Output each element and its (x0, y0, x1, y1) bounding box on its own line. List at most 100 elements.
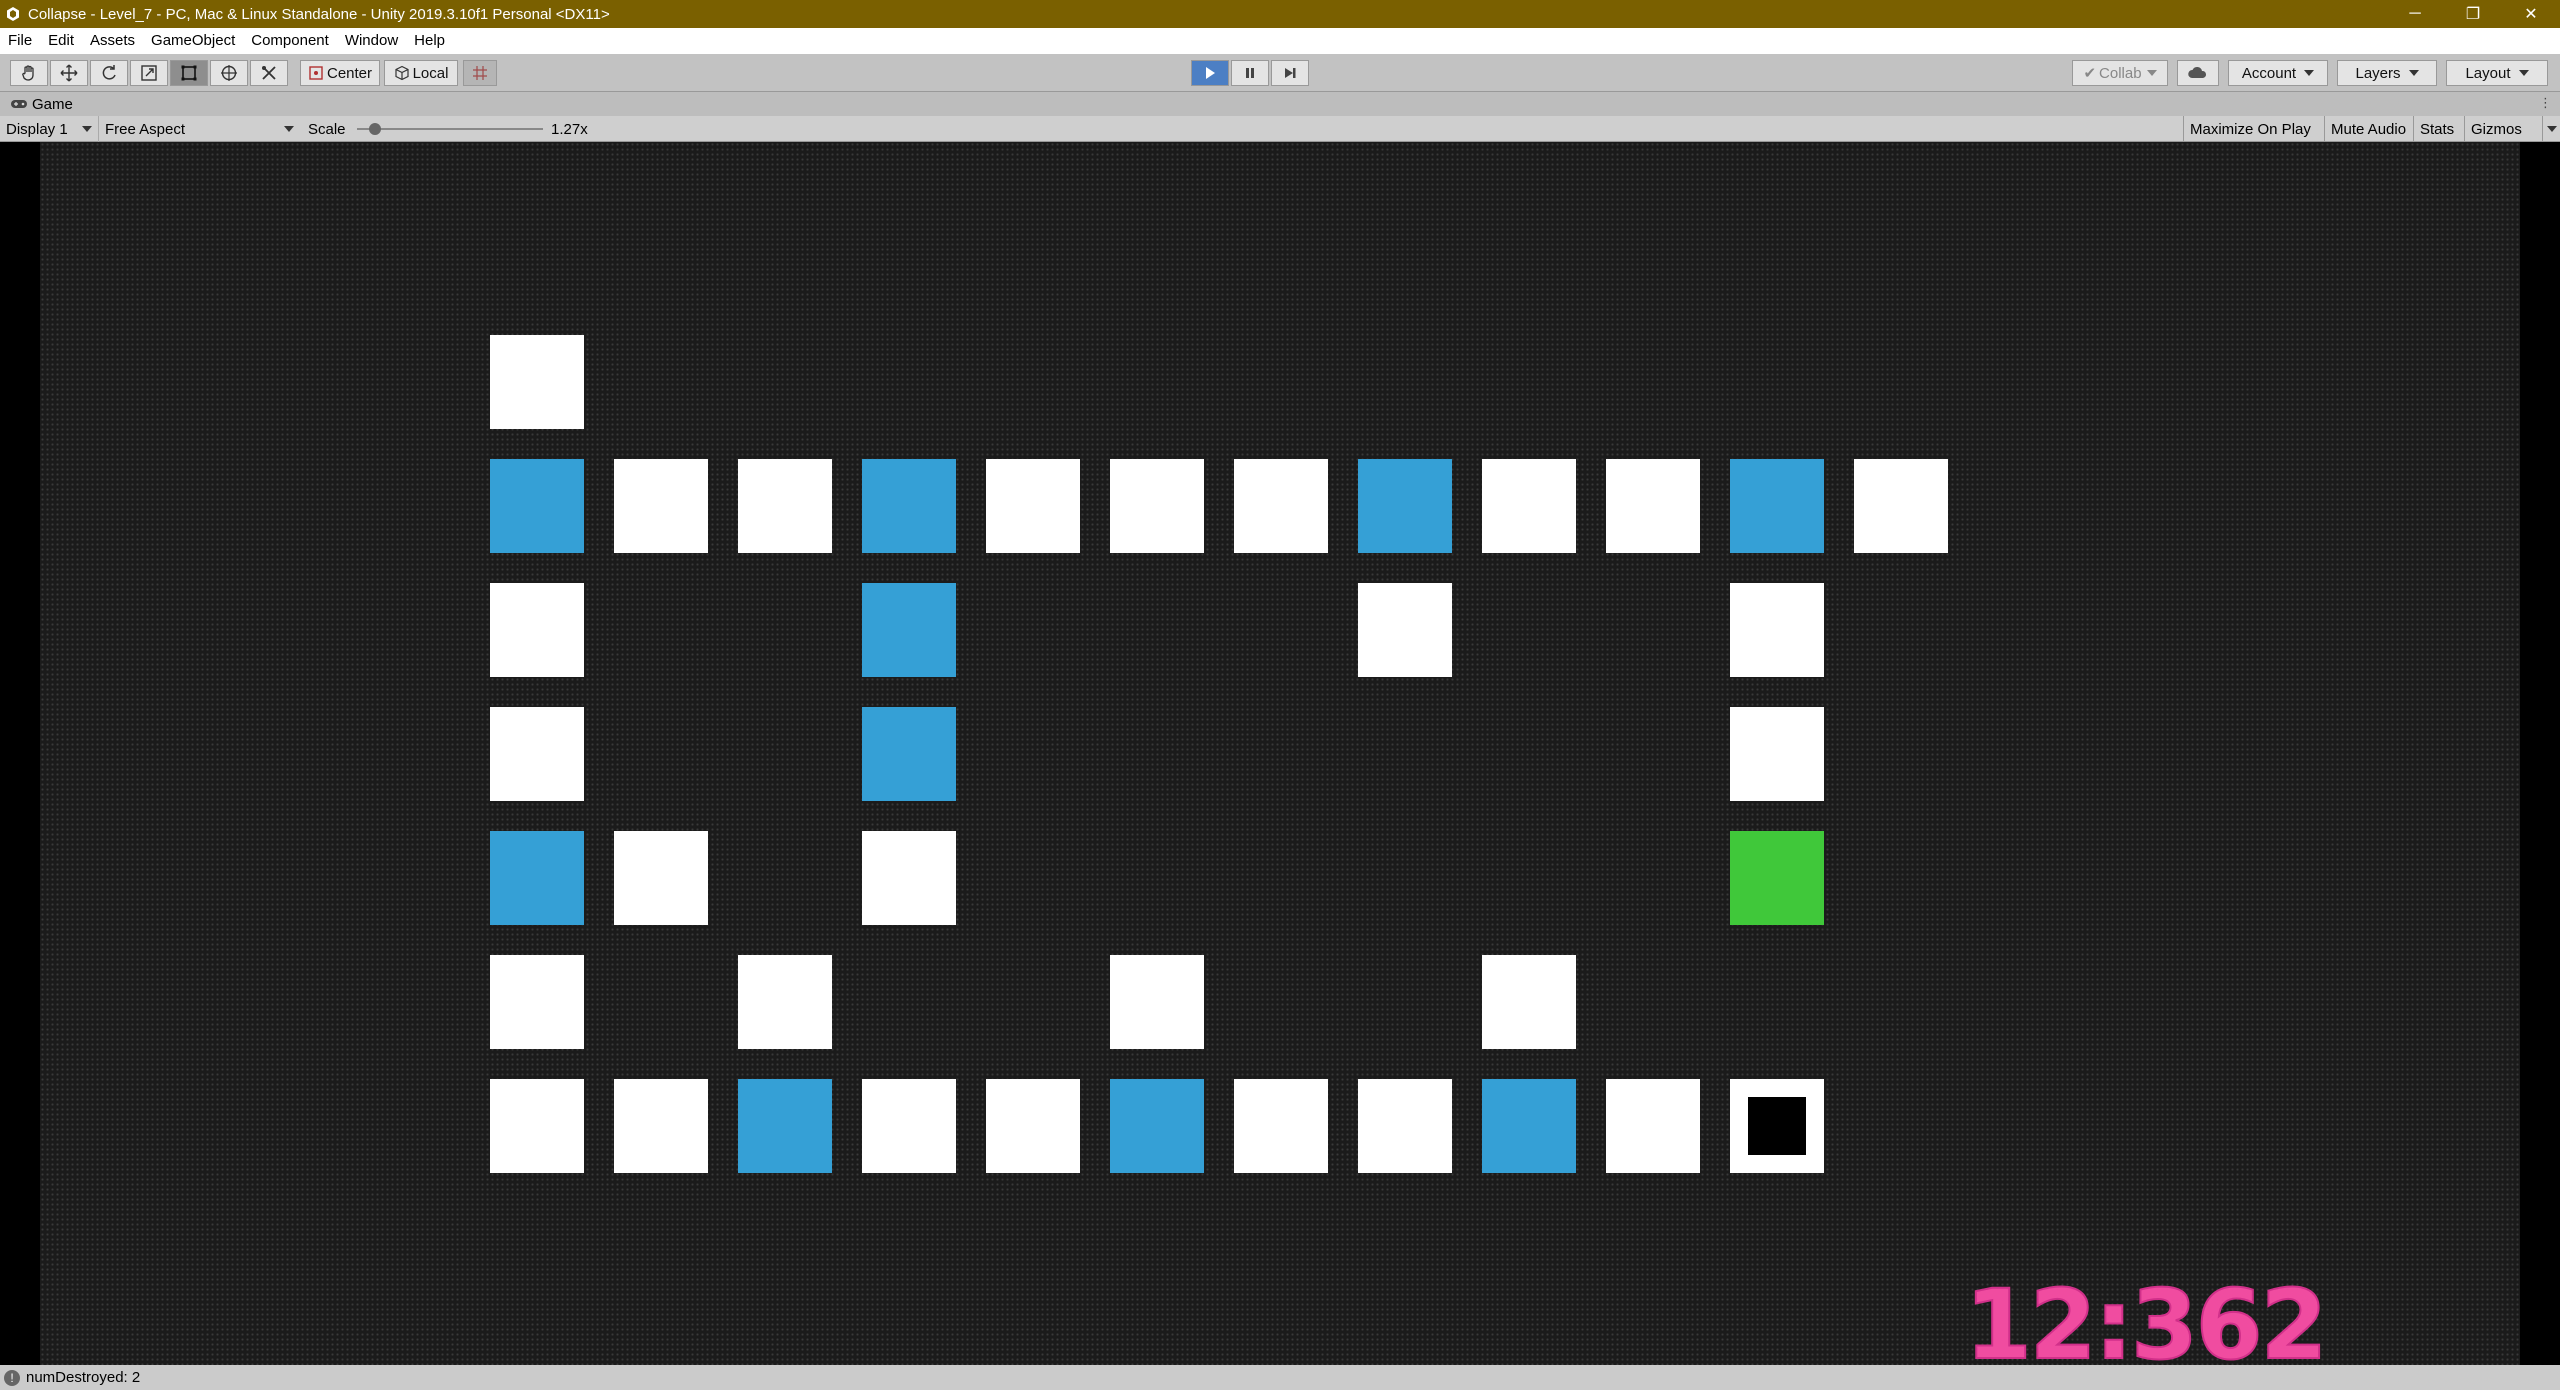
pivot-center-icon (309, 66, 323, 80)
scale-value: 1.27x (551, 120, 588, 138)
blue-tile (490, 831, 584, 925)
white-tile (1110, 955, 1204, 1049)
white-tile (986, 1079, 1080, 1173)
timer-display: 12:362 (1964, 1269, 2328, 1381)
collab-dropdown[interactable]: ✔ Collab (2072, 60, 2168, 86)
green-tile (1730, 831, 1824, 925)
account-dropdown[interactable]: Account (2228, 60, 2328, 86)
white-tile (738, 955, 832, 1049)
tab-game-label: Game (32, 95, 73, 113)
chevron-down-icon (2408, 70, 2419, 76)
game-tab-bar: Game ⋮ (0, 92, 2560, 116)
chevron-down-icon (2304, 70, 2315, 76)
aspect-dropdown[interactable]: Free Aspect (98, 116, 298, 142)
menu-gameobject[interactable]: GameObject (143, 28, 243, 54)
gamepad-icon (11, 100, 27, 108)
menu-component[interactable]: Component (243, 28, 337, 54)
game-view[interactable]: 12:362 (0, 142, 2560, 1374)
pivot-rotation-toggle[interactable]: Local (384, 60, 458, 86)
menu-help[interactable]: Help (406, 28, 453, 54)
custom-tool-icon (262, 66, 276, 80)
white-tile (490, 335, 584, 429)
play-button[interactable] (1191, 60, 1229, 86)
layers-dropdown[interactable]: Layers (2337, 60, 2437, 86)
scale-slider[interactable] (357, 123, 543, 135)
maximize-on-play-toggle[interactable]: Maximize On Play (2183, 116, 2324, 142)
rect-tool-button[interactable] (170, 60, 208, 86)
transform-icon (221, 65, 237, 81)
mute-audio-toggle[interactable]: Mute Audio (2324, 116, 2413, 142)
panel-menu-icon[interactable]: ⋮ (2539, 95, 2552, 111)
restore-button[interactable]: ❐ (2444, 0, 2502, 28)
blue-tile (862, 459, 956, 553)
status-bar[interactable]: ! numDestroyed: 2 (0, 1365, 2560, 1390)
info-icon: ! (4, 1369, 20, 1386)
chevron-down-icon (2518, 70, 2529, 76)
display-dropdown[interactable]: Display 1 (0, 116, 98, 142)
game-view-toolbar: Display 1 Free Aspect Scale 1.27x Maximi… (0, 116, 2560, 142)
white-tile (1358, 1079, 1452, 1173)
tab-game[interactable]: Game (0, 96, 73, 113)
blue-tile (862, 583, 956, 677)
white-tile (1606, 459, 1700, 553)
layers-label: Layers (2355, 64, 2401, 82)
pivot-rotation-label: Local (412, 64, 449, 82)
player (1748, 1097, 1806, 1155)
window-title-bar: Collapse - Level_7 - PC, Mac & Linux Sta… (0, 0, 2560, 28)
chevron-down-icon (284, 126, 294, 132)
chevron-down-icon (2547, 126, 2557, 132)
grid-snap-button[interactable] (463, 60, 497, 86)
white-tile (614, 459, 708, 553)
pivot-mode-toggle[interactable]: Center (300, 60, 380, 86)
blue-tile (490, 459, 584, 553)
rect-icon (181, 65, 197, 81)
layout-dropdown[interactable]: Layout (2446, 60, 2548, 86)
menu-window[interactable]: Window (337, 28, 406, 54)
custom-tool-button[interactable] (250, 60, 288, 86)
transform-tool-button[interactable] (210, 60, 248, 86)
menu-file[interactable]: File (0, 28, 40, 54)
white-tile (1730, 583, 1824, 677)
close-button[interactable]: ✕ (2502, 0, 2560, 28)
chevron-down-icon (2146, 70, 2157, 76)
collab-check-icon: ✔ (2083, 65, 2097, 82)
blue-tile (1358, 459, 1452, 553)
scale-label: Scale (308, 120, 346, 138)
grid-snap-icon (473, 66, 487, 80)
scale-tool-button[interactable] (130, 60, 168, 86)
main-toolbar: Center Local ✔ Collab Account Layers Lay… (0, 54, 2560, 92)
blue-tile (862, 707, 956, 801)
white-tile (738, 459, 832, 553)
step-icon (1285, 68, 1296, 78)
white-tile (614, 1079, 708, 1173)
white-tile (862, 831, 956, 925)
menu-edit[interactable]: Edit (40, 28, 82, 54)
local-cube-icon (394, 65, 409, 81)
gizmos-dropdown[interactable] (2542, 116, 2560, 142)
unity-logo-icon (4, 5, 22, 23)
stats-toggle[interactable]: Stats (2413, 116, 2464, 142)
menu-bar: File Edit Assets GameObject Component Wi… (0, 28, 2560, 54)
white-tile (986, 459, 1080, 553)
white-tile (614, 831, 708, 925)
hand-icon (22, 65, 34, 81)
menu-assets[interactable]: Assets (82, 28, 143, 54)
white-tile (490, 1079, 584, 1173)
white-tile (490, 583, 584, 677)
scale-slider-handle[interactable] (369, 123, 381, 135)
aspect-label: Free Aspect (105, 120, 186, 138)
player-tile (1730, 1079, 1824, 1173)
move-tool-button[interactable] (50, 60, 88, 86)
blue-tile (1482, 1079, 1576, 1173)
account-label: Account (2241, 64, 2297, 82)
rotate-tool-button[interactable] (90, 60, 128, 86)
window-title: Collapse - Level_7 - PC, Mac & Linux Sta… (28, 5, 610, 23)
step-button[interactable] (1271, 60, 1309, 86)
minimize-button[interactable]: ─ (2386, 0, 2444, 28)
cloud-button[interactable] (2177, 60, 2219, 86)
chevron-down-icon (82, 126, 92, 132)
pause-button[interactable] (1231, 60, 1269, 86)
hand-tool-button[interactable] (10, 60, 48, 86)
gizmos-toggle[interactable]: Gizmos (2464, 116, 2542, 142)
move-icon (60, 64, 78, 82)
